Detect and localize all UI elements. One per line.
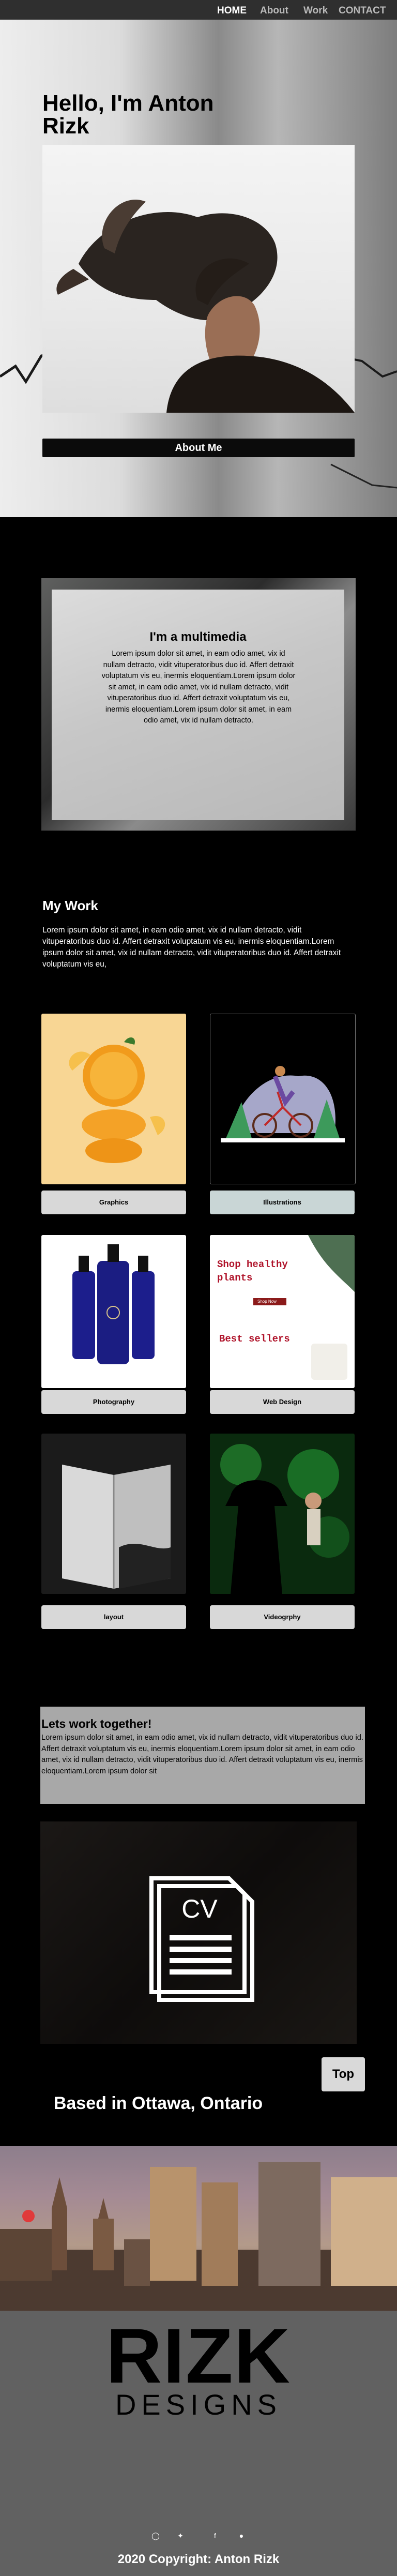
designs-logo-wordmark: DESIGNS [115,2388,282,2421]
open-book-image [62,1465,171,1589]
videography-thumbnail[interactable] [210,1434,355,1594]
web-mock-cta: Shop Now [257,1299,277,1304]
top-navbar: HOME About Work CONTACT [0,0,397,20]
illustrations-thumbnail[interactable] [210,1014,356,1184]
blue-bottles-image [72,1244,155,1364]
nav-home-link[interactable]: HOME [217,5,247,17]
rizk-logo-wordmark: RIZK [106,2312,291,2399]
web-design-thumbnail[interactable]: Shop healthy plants Shop Now Best seller… [210,1235,355,1388]
graphics-button[interactable]: Graphics [41,1191,186,1214]
twitter-icon[interactable]: ✦ [176,2531,185,2540]
portrait-figure [56,200,355,413]
cv-download-card[interactable]: CV [40,1821,357,2044]
cyclist-illustration [221,1066,345,1142]
web-mock-headline-1: Shop healthy [217,1259,288,1270]
photography-thumbnail[interactable] [41,1235,186,1388]
contact-title: Lets work together! [41,1717,152,1730]
web-design-button[interactable]: Web Design [210,1390,355,1414]
web-mock-headline-2: plants [217,1272,253,1284]
hero-title: Hello, I'm Anton Rizk [42,91,214,139]
facebook-icon[interactable]: f [210,2531,220,2540]
ottawa-city-photo [0,2146,397,2311]
layout-button[interactable]: layout [41,1605,186,1629]
contact-body-text: Lorem ipsum dolor sit amet, in eam odio … [41,1734,363,1775]
my-work-body-text: Lorem ipsum dolor sit amet, in eam odio … [42,926,341,969]
my-work-title: My Work [42,898,98,913]
nav-work-link[interactable]: Work [303,5,328,17]
copyright-text: 2020 Copyright: Anton Rizk [117,2552,280,2566]
layout-thumbnail[interactable] [41,1434,186,1594]
back-to-top-button[interactable]: Top [322,2057,365,2091]
multimedia-title: I'm a multimedia [149,630,247,644]
city-skyline [0,2162,397,2311]
globe-icon[interactable]: ● [237,2531,246,2540]
about-me-button[interactable]: About Me [42,439,355,457]
instagram-icon[interactable]: ◯ [151,2531,160,2540]
web-mock-best-sellers: Best sellers [219,1333,290,1345]
hero-portrait-photo [42,145,355,413]
cv-document-icon [149,1876,254,2002]
nav-about-link[interactable]: About [260,5,288,17]
graphics-thumbnail[interactable] [41,1014,186,1184]
videography-button[interactable]: Videogrphy [210,1605,355,1629]
cv-label: CV [181,1894,218,1923]
multimedia-body-text: Lorem ipsum dolor sit amet, in eam odio … [101,650,296,725]
nav-contact-link[interactable]: CONTACT [339,5,386,17]
location-heading: Based in Ottawa, Ontario [53,2093,263,2113]
photography-button[interactable]: Photography [41,1390,186,1414]
orange-splash-image [69,1037,165,1163]
musician-silhouette-image [220,1444,349,1594]
illustrations-button[interactable]: Illustrations [210,1191,355,1214]
